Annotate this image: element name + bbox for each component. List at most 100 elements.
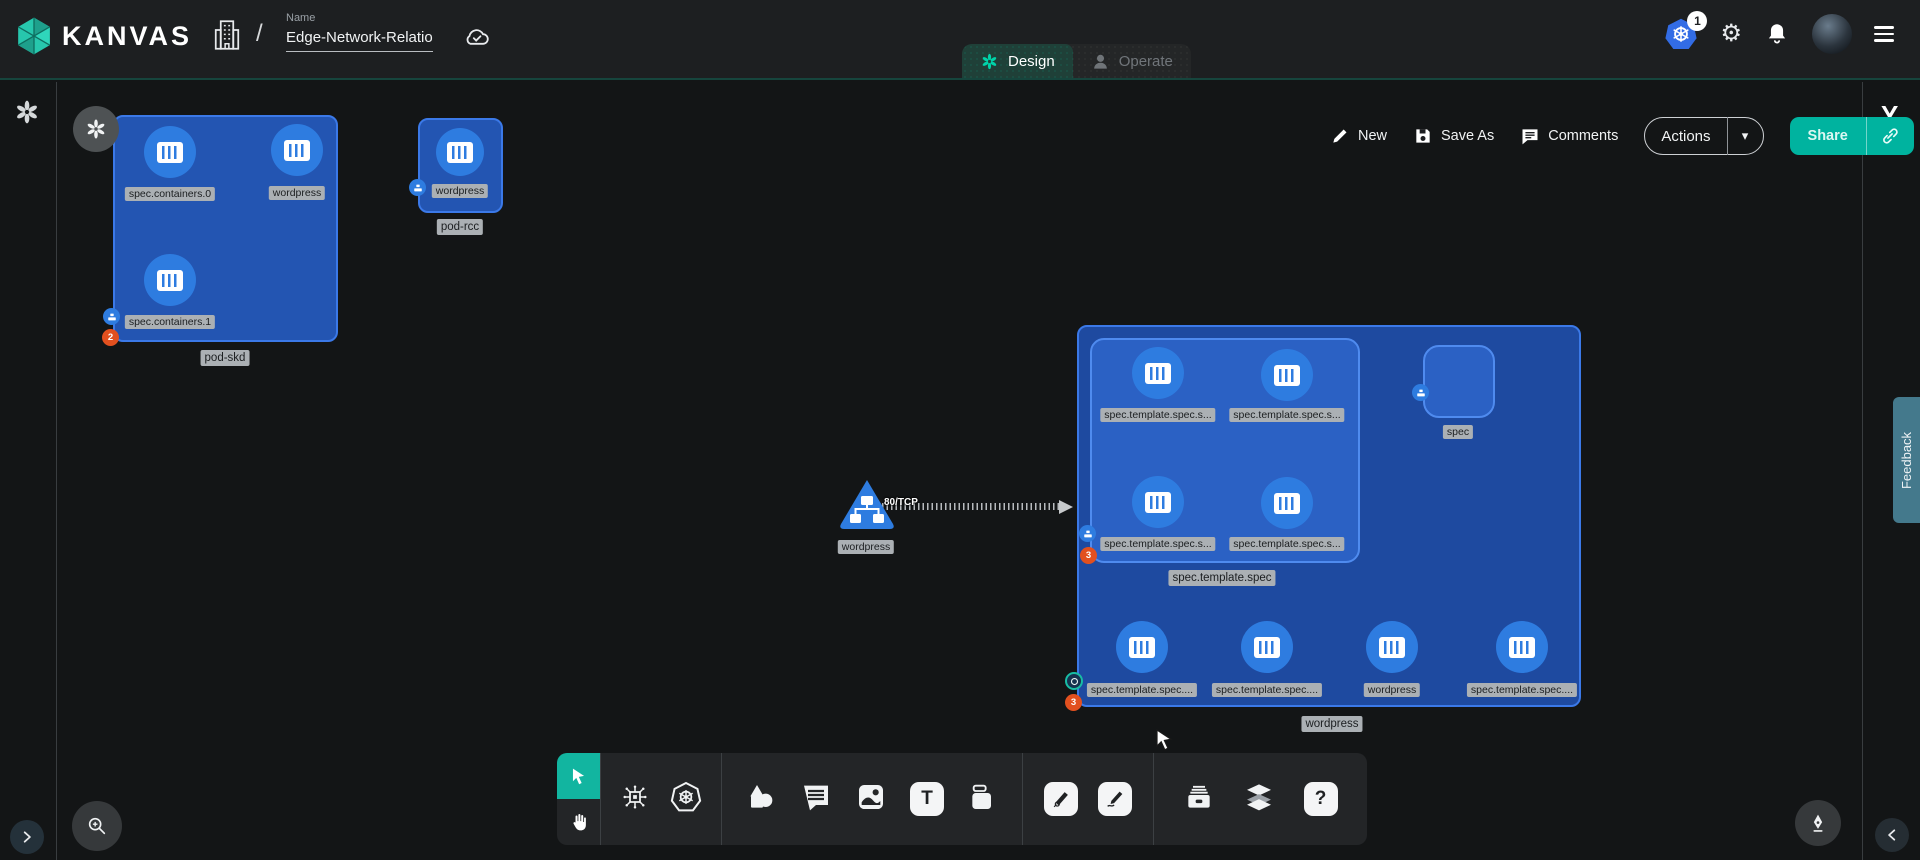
expand-left-icon [20, 830, 34, 844]
error-badge[interactable]: 3 [1080, 547, 1097, 564]
sketch-tool-button[interactable] [1098, 782, 1132, 816]
spec-template-spec-group[interactable] [1090, 338, 1360, 563]
kubernetes-context-button[interactable]: 1 [1664, 17, 1698, 51]
user-avatar[interactable] [1812, 14, 1852, 54]
design-name-input[interactable]: Edge-Network-Relatio [286, 29, 433, 52]
pod-badge[interactable] [1079, 525, 1096, 542]
tab-design[interactable]: Design [962, 44, 1073, 78]
expand-left-panel-button[interactable] [10, 820, 44, 854]
container-icon [1274, 493, 1300, 514]
container-icon [1254, 637, 1280, 658]
error-badge[interactable]: 2 [102, 329, 119, 346]
deployment-badge[interactable] [1065, 672, 1083, 690]
help-tool-button[interactable]: ? [1304, 782, 1338, 816]
breadcrumb-separator: / [256, 20, 263, 48]
container-node-spec-containers-0[interactable] [144, 126, 196, 178]
right-rail: Y Feedback [1862, 82, 1920, 860]
kubernetes-tool-button[interactable] [670, 781, 702, 818]
pan-tool-button[interactable] [557, 799, 600, 845]
node-label: spec.containers.1 [125, 315, 215, 329]
menu-icon[interactable] [1874, 26, 1894, 42]
tab-tool-button[interactable] [967, 781, 999, 818]
pod-badge[interactable] [409, 179, 426, 196]
pod-badge[interactable] [103, 308, 120, 325]
app-header: KANVAS / Name Edge-Network-Relatio [0, 0, 1920, 80]
container-node-template-1[interactable] [1261, 349, 1313, 401]
container-node-wordpress-2[interactable] [436, 128, 484, 176]
node-label: wordpress [1364, 683, 1420, 697]
container-icon [1274, 365, 1300, 386]
container-node-bottom-2[interactable] [1366, 621, 1418, 673]
actions-button[interactable]: Actions ▾ [1644, 117, 1763, 155]
container-icon [1129, 637, 1155, 658]
container-node-bottom-0[interactable] [1116, 621, 1168, 673]
comment-tool-icon [800, 781, 832, 813]
feedback-tab[interactable]: Feedback [1893, 397, 1920, 523]
node-label: spec.template.spec.s... [1100, 537, 1215, 551]
pen-tool-button[interactable] [1044, 782, 1078, 816]
save-as-button[interactable]: Save As [1413, 126, 1494, 146]
container-node-spec-containers-1[interactable] [144, 254, 196, 306]
group-label: wordpress [1301, 716, 1362, 732]
shapes-tool-icon [745, 781, 777, 813]
new-button[interactable]: New [1330, 126, 1387, 146]
node-label: wordpress [838, 540, 894, 554]
kanvas-logo[interactable]: KANVAS [14, 16, 192, 56]
tab-operate[interactable]: Operate [1073, 44, 1191, 78]
design-name-field[interactable]: Name Edge-Network-Relatio [286, 12, 433, 52]
ink-tool-button[interactable] [1795, 800, 1841, 846]
node-label: wordpress [432, 184, 488, 198]
error-badge[interactable]: 3 [1065, 694, 1082, 711]
node-label: spec.template.spec.s... [1100, 408, 1215, 422]
notifications-icon[interactable] [1764, 20, 1790, 48]
components-tool-button[interactable] [620, 782, 650, 817]
container-icon [447, 142, 473, 163]
select-tool-button[interactable] [557, 753, 600, 799]
share-button[interactable]: Share [1790, 117, 1914, 155]
new-icon [1330, 126, 1350, 146]
shapes-tool-button[interactable] [745, 781, 777, 818]
container-node-template-3[interactable] [1261, 477, 1313, 529]
canvas-action-bar: New Save As Comments Actions ▾ Share [1330, 116, 1914, 156]
text-tool-button[interactable]: T [910, 782, 944, 816]
zoom-button[interactable] [72, 801, 122, 851]
container-node-bottom-3[interactable] [1496, 621, 1548, 673]
container-node-bottom-1[interactable] [1241, 621, 1293, 673]
meshery-spinner-icon [13, 98, 41, 126]
actions-caret-icon[interactable]: ▾ [1727, 117, 1763, 155]
group-label: spec.template.spec [1168, 570, 1275, 586]
container-icon [1145, 492, 1171, 513]
node-label: spec.template.spec.s... [1229, 408, 1344, 422]
ink-tool-icon [1808, 813, 1828, 833]
organization-icon[interactable] [212, 18, 242, 52]
help-tool-icon: ? [1315, 788, 1327, 810]
comment-tool-button[interactable] [800, 781, 832, 818]
layers-tool-icon [1243, 781, 1275, 813]
tab-operate-label: Operate [1119, 53, 1173, 70]
k8s-node-badge-icon [84, 117, 108, 141]
node-label: spec.template.spec.... [1087, 683, 1197, 697]
spec-node[interactable] [1423, 345, 1495, 418]
container-icon [1379, 637, 1405, 658]
node-label: spec.template.spec.s... [1229, 537, 1344, 551]
node-label: spec [1443, 425, 1473, 439]
new-label: New [1358, 128, 1387, 144]
container-node-template-2[interactable] [1132, 476, 1184, 528]
container-node-wordpress-1[interactable] [271, 124, 323, 176]
settings-icon[interactable]: ⚙ [1720, 22, 1742, 46]
collapse-right-icon [1885, 828, 1899, 842]
pod-badge[interactable] [1412, 384, 1429, 401]
archive-tool-button[interactable] [1183, 781, 1215, 818]
pan-tool-icon [568, 811, 590, 833]
kubernetes-tool-icon [670, 781, 702, 813]
container-icon [284, 140, 310, 161]
collapse-right-panel-button[interactable] [1875, 818, 1909, 852]
tab-design-label: Design [1008, 53, 1055, 70]
k8s-node-badge[interactable] [73, 106, 119, 152]
layers-tool-button[interactable] [1243, 781, 1275, 818]
share-link-section[interactable] [1866, 117, 1914, 155]
comments-button[interactable]: Comments [1520, 126, 1618, 146]
container-node-template-0[interactable] [1132, 347, 1184, 399]
image-tool-button[interactable] [855, 781, 887, 818]
tab-tool-icon [967, 781, 999, 813]
